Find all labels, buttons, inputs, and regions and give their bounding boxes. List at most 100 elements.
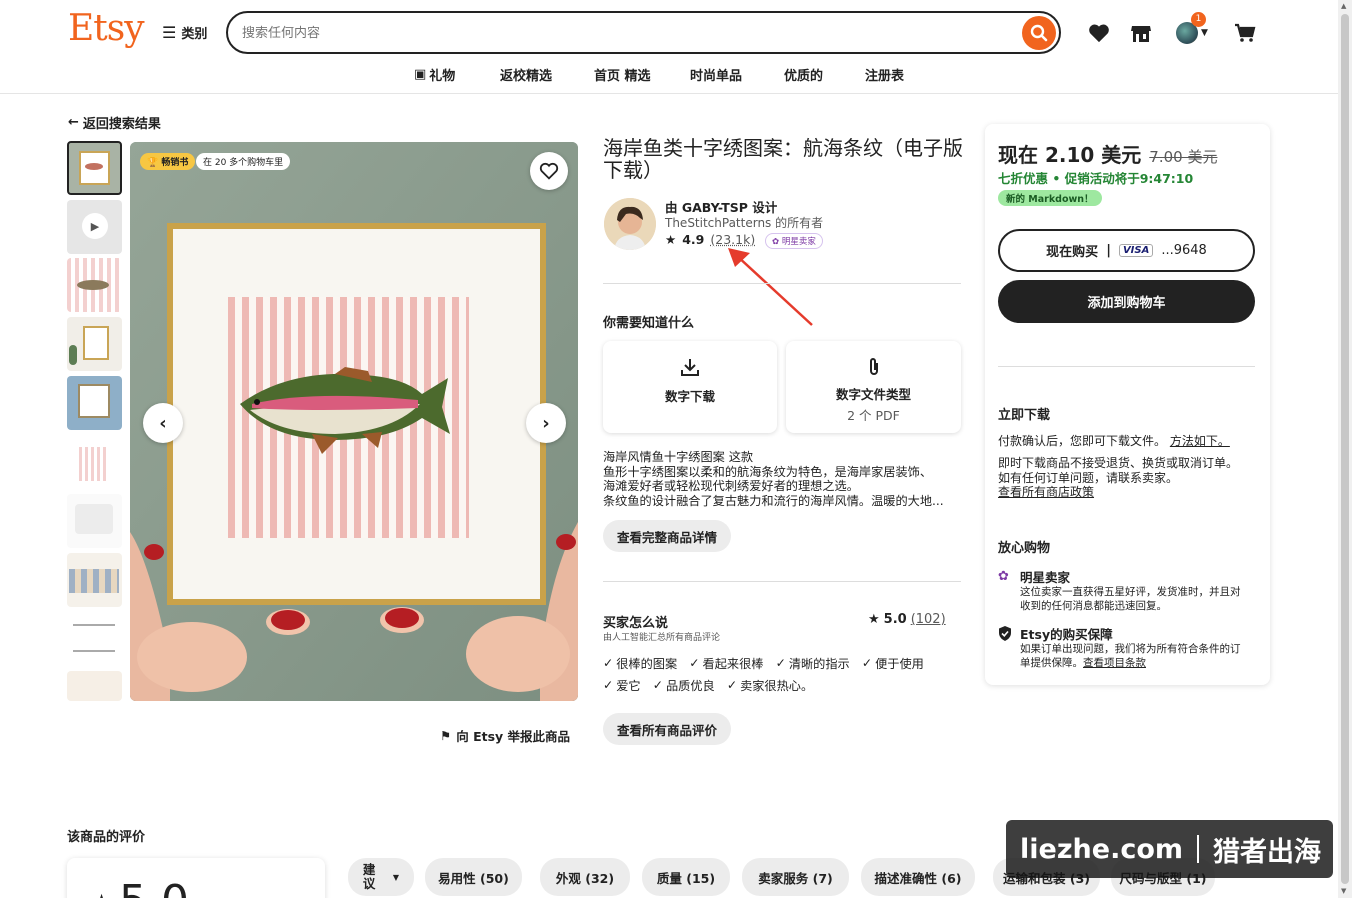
protection-title: Etsy的购买保障 [1020,627,1113,642]
filter-quality[interactable]: 质量 (15) [642,858,730,896]
nav-item-home[interactable]: 首页 精选 [594,65,651,84]
add-to-cart-button[interactable]: 添加到购物车 [998,280,1255,323]
item-review-count: (102) [910,612,946,627]
check-icon: ✓ [603,656,614,670]
categories-button[interactable]: ☰ 类别 [162,23,207,42]
nav-item-registry[interactable]: 注册表 [865,65,904,84]
thumbnail-3[interactable] [67,258,122,312]
favorites-button[interactable] [1086,20,1112,46]
check-icon: ✓ [726,678,738,692]
download-icon [603,357,777,382]
thumbnail-9[interactable] [67,612,122,666]
back-to-results-link[interactable]: ← 返回搜索结果 [68,113,161,132]
thumbnail-5[interactable] [67,376,122,430]
item-score: 5.0 [883,612,907,627]
next-image-button[interactable]: › [526,403,566,443]
paperclip-icon [786,357,961,380]
thumbnail-video[interactable]: ▶ [67,200,122,254]
scrollbar-thumb[interactable] [1341,14,1349,884]
main-product-image[interactable] [130,142,578,701]
categories-label: 类别 [181,27,208,42]
buy-now-label: 现在购买 [1046,245,1099,260]
nav-item-gifts[interactable]: ▣ 礼物 [414,65,455,84]
star-seller-icon: ✿ [998,569,1009,584]
nav-item-back-to-school[interactable]: 返校精选 [500,65,552,84]
instant-text: 付款确认后，您即可下载文件。 [998,434,1167,448]
favorite-button[interactable] [530,152,568,190]
file-type-value: 2 个 PDF [847,408,900,423]
review-tag: ✓ 便于使用 [861,656,924,671]
check-icon: ✓ [652,678,663,692]
review-tag: ✓ 卖家很热心。 [726,678,814,693]
nav-label: 礼物 [429,69,456,84]
star-icon: ★ [868,612,880,627]
avatar-photo [604,198,656,250]
nav-item-premium[interactable]: 优质的 [784,65,823,84]
heart-icon [1089,24,1109,43]
policy-line: 如有任何订单问题，请联系卖家。 [998,470,1179,485]
filter-suggested[interactable]: 建议 ▼ [348,858,414,896]
price: 现在 2.10 美元 7.00 美元 [998,139,1217,168]
report-label: 向 Etsy 举报此商品 [456,729,571,744]
scroll-down-icon[interactable]: ▼ [1341,887,1346,895]
search-button[interactable] [1022,16,1056,50]
review-tag: ✓ 清晰的指示 [775,656,850,671]
filter-accuracy[interactable]: 描述准确性 (6) [861,858,975,896]
search-bar [226,11,1061,54]
thumbnail-4[interactable] [67,317,122,371]
return-policy-text: 即时下载商品不接受退货、换货或取消订单。 如有任何订单问题，请联系卖家。 查看所… [998,456,1260,500]
nav-item-fashion[interactable]: 时尚单品 [690,65,742,84]
notification-badge: 1 [1191,12,1206,27]
watermark-domain: liezhe.com [1020,833,1184,865]
file-type-label: 数字文件类型 [835,387,911,402]
gift-mode-button[interactable] [1128,20,1154,46]
star-icon: ★ [89,888,114,898]
check-icon: ✓ [861,656,873,670]
thumbnail-7[interactable] [67,494,122,548]
bullet-separator: • [1052,171,1065,186]
protection-desc: 单提供保障。查看项目条款 [1020,657,1258,671]
gift-icon: ▣ [414,67,427,82]
purchase-protection-info: Etsy的购买保障 如果订单出现问题，我们将为所有符合条件的订 单提供保障。查看… [1020,624,1258,670]
review-tags-row-2: ✓ 爱它 ✓ 品质优良 ✓ 卖家很热心。 [603,676,963,694]
listing-title: 海岸鱼类十字绣图案：航海条纹（电子版下载） [603,136,963,182]
menu-icon: ☰ [162,23,177,42]
thumbnail-10[interactable] [67,671,122,701]
search-input[interactable] [242,22,1002,44]
watermark-brand: 猎者出海 [1213,836,1322,868]
overall-score-card: ★ 5.0 [67,858,325,898]
filter-ease-of-use[interactable]: 易用性 (50) [425,858,522,896]
chevron-down-icon: ▼ [392,872,400,882]
play-icon: ▶ [82,213,108,239]
filter-appearance[interactable]: 外观 (32) [540,858,630,896]
star-icon: ★ [665,232,677,247]
bestseller-badge: 🏆 畅销书 [140,153,196,170]
shop-icon [1131,26,1151,42]
view-details-button[interactable]: 查看完整商品详情 [603,520,731,552]
thumbnail-1[interactable] [67,141,122,195]
thumbnail-6[interactable] [67,435,122,489]
desc-line: 鱼形十字绣图案以柔和的航海条纹为特色，是海岸家居装饰、 [603,464,933,479]
view-all-reviews-button[interactable]: 查看所有商品评价 [603,713,731,745]
buy-confidently-heading: 放心购物 [998,541,1051,556]
instant-download-text: 付款确认后，您即可下载文件。 方法如下。 [998,434,1260,449]
cart-button[interactable] [1232,20,1258,46]
current-price: 现在 2.10 美元 [998,143,1142,167]
scroll-up-icon[interactable]: ▲ [1341,2,1346,10]
item-rating[interactable]: ★ 5.0 (102) [868,612,946,627]
thumbnail-8[interactable] [67,553,122,607]
desc-line: 海滩爱好者或轻松现代刺绣爱好者的理想之选。 [603,479,859,494]
filter-seller-service[interactable]: 卖家服务 (7) [742,858,849,896]
etsy-logo[interactable]: Etsy [68,8,145,49]
overall-score: 5.0 [119,876,189,898]
divider [998,366,1255,367]
previous-image-button[interactable]: ‹ [143,403,183,443]
designer-avatar[interactable] [604,198,656,250]
file-type-card: 数字文件类型 2 个 PDF [786,341,961,433]
report-item-link[interactable]: ⚑ 向 Etsy 举报此商品 [440,726,570,745]
how-to-link[interactable]: 方法如下。 [1170,434,1230,448]
shop-policies-link[interactable]: 查看所有商店政策 [998,485,1260,500]
shop-owner-link[interactable]: TheStitchPatterns 的所有者 [665,214,823,231]
program-terms-link[interactable]: 查看项目条款 [1083,657,1146,669]
buy-now-button[interactable]: 现在购买 | VISA ...9648 [998,229,1255,272]
